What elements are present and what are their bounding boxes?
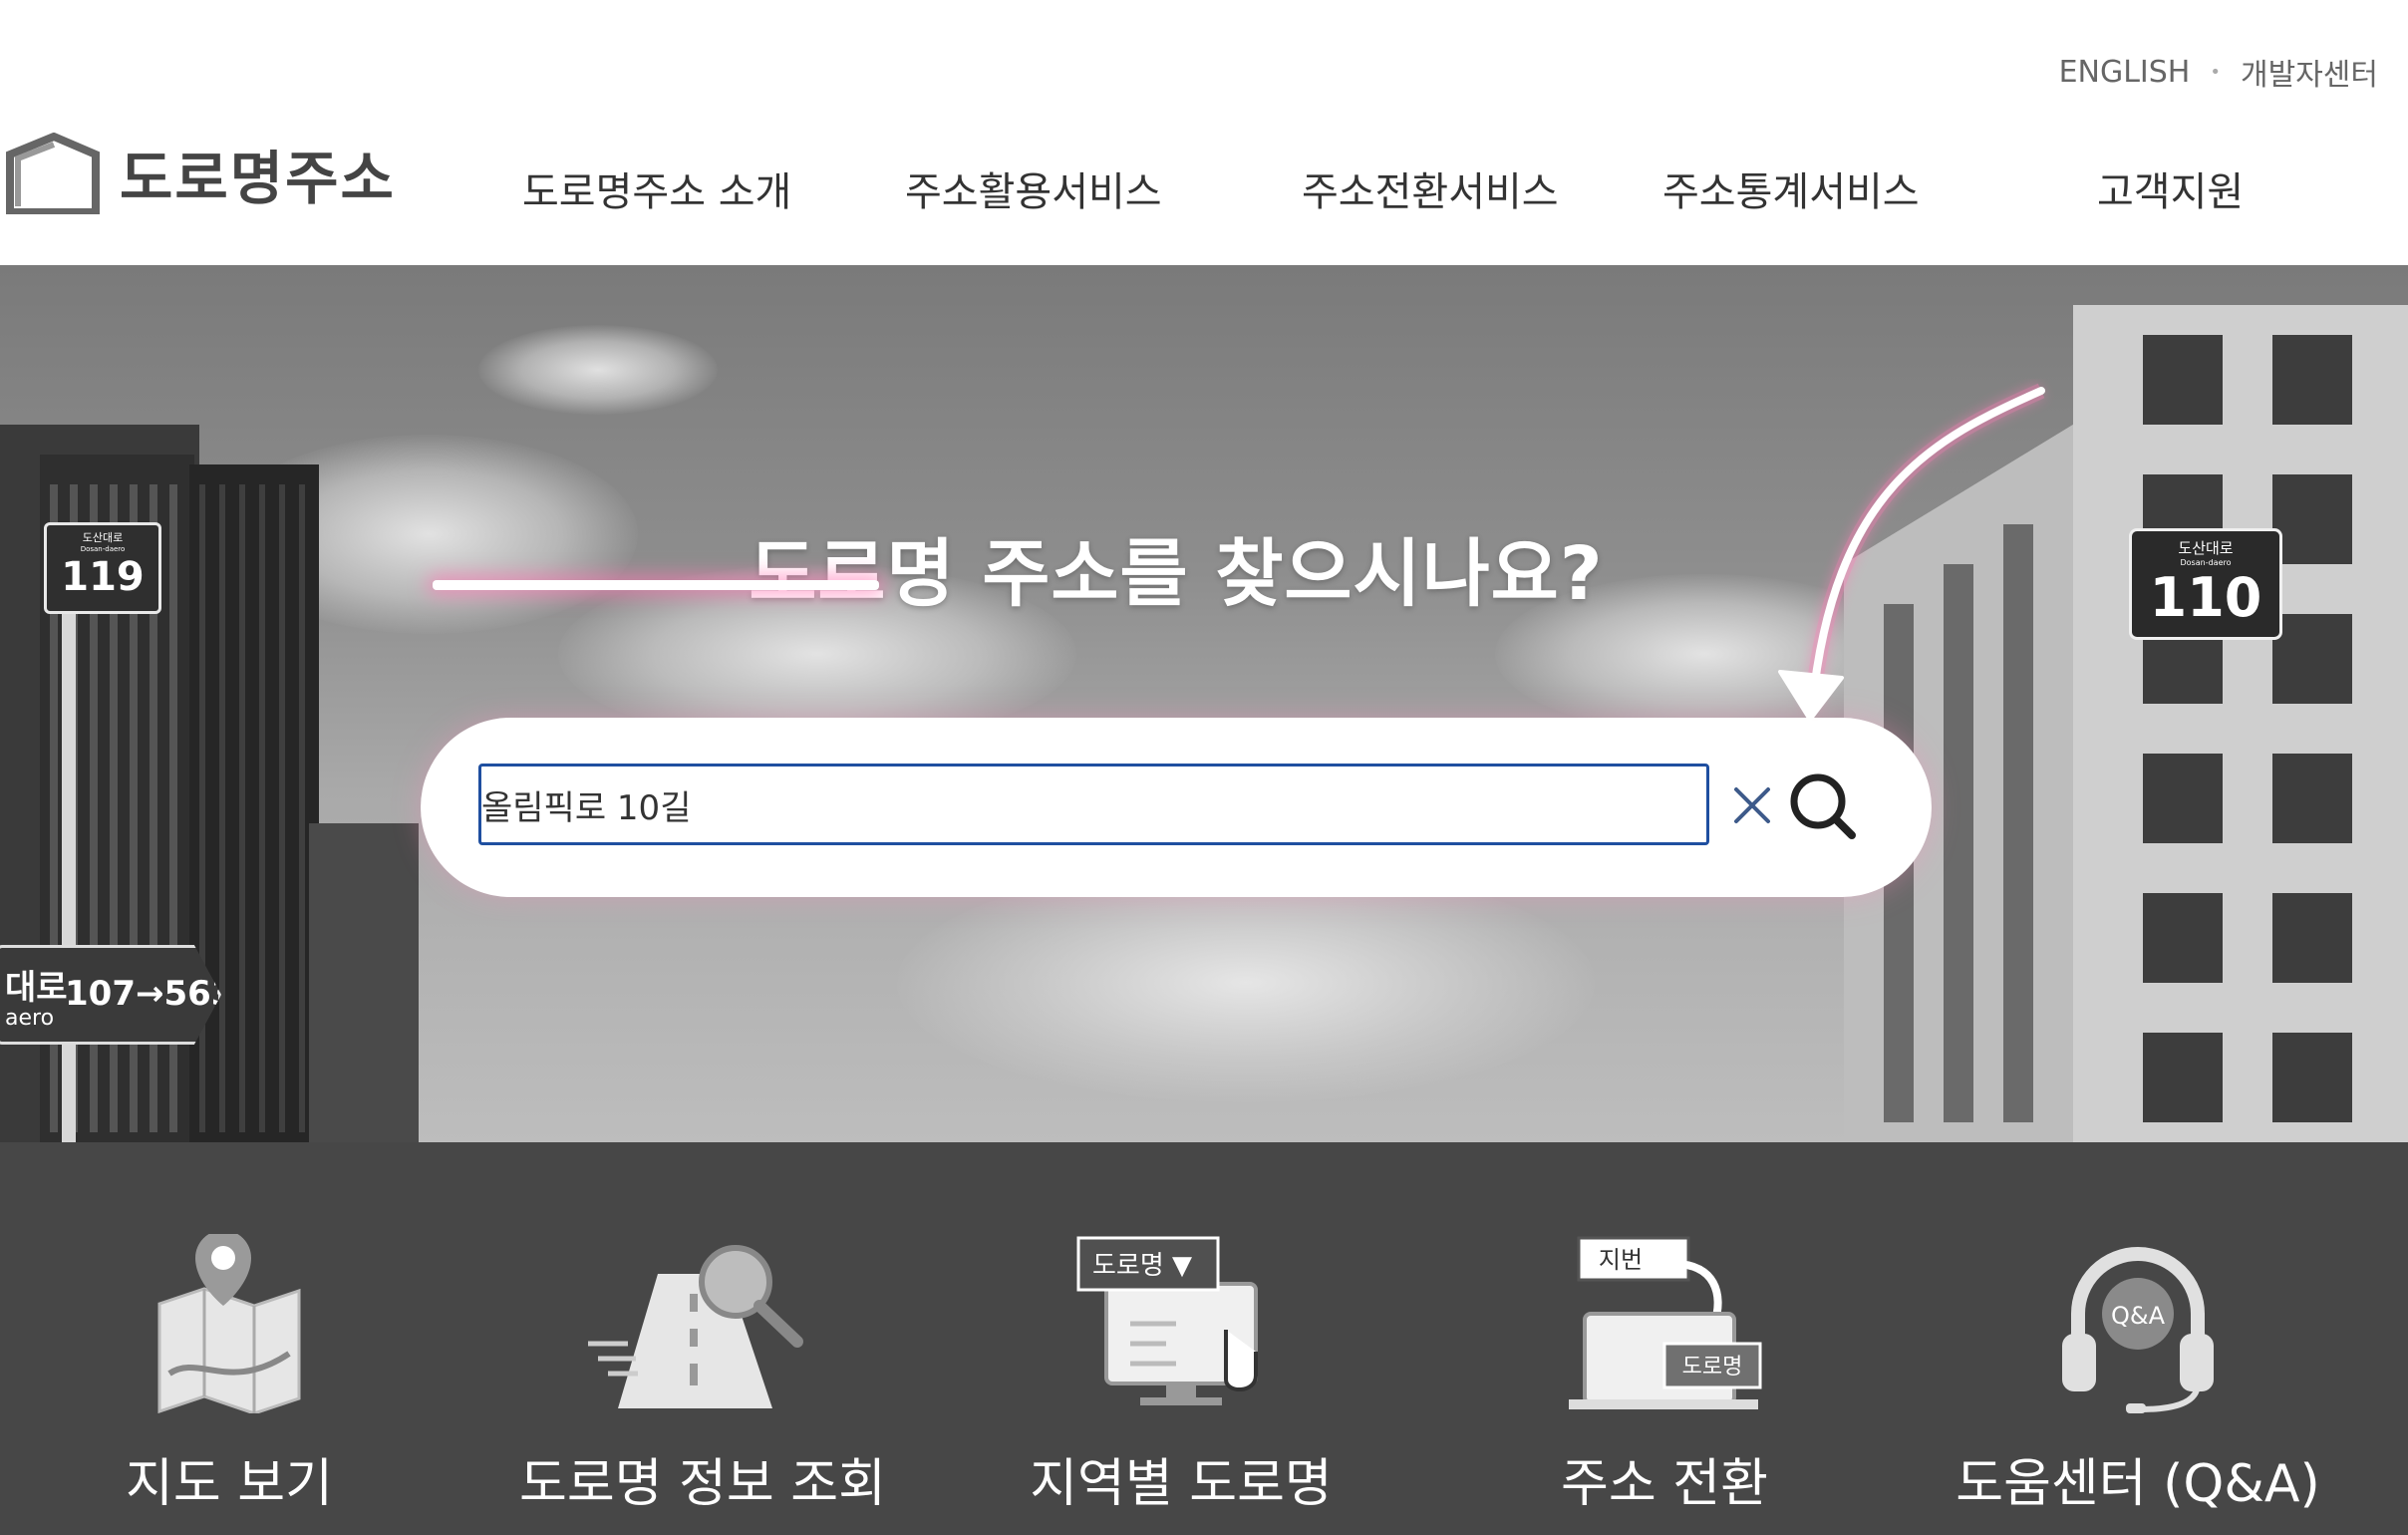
cloud [478, 325, 718, 415]
sign-road-name: 대로 [5, 968, 68, 1008]
quick-help-center[interactable]: Q&A 도움센터 (Q&A) [1954, 1142, 2322, 1535]
util-separator: • [2210, 61, 2221, 83]
badge-doromyeong: 도로명 [1682, 1355, 1743, 1380]
annotation-arrow-icon [1778, 383, 2045, 722]
sign-number: 107→563 [65, 974, 235, 1014]
search-box [421, 718, 1932, 897]
region-road-icon: 도로명 ▼ [1076, 1236, 1258, 1405]
quick-address-convert[interactable]: 지번 도로명 주소 전환 [1505, 1142, 1824, 1535]
nav-item-stats-service[interactable]: 주소통계서비스 [1662, 159, 1920, 217]
address-convert-icon: 지번 도로명 [1569, 1236, 1762, 1409]
quick-label: 지도 보기 [126, 1454, 333, 1514]
english-link[interactable]: ENGLISH [2059, 55, 2191, 90]
quick-label: 도로명 정보 조회 [519, 1454, 886, 1514]
road-direction-sign: 대로 aero 107→563 [0, 945, 221, 1045]
nav-item-address-service[interactable]: 주소활용서비스 [905, 159, 1162, 217]
cloud [897, 863, 1595, 1102]
developer-center-link[interactable]: 개발자센터 [2241, 50, 2378, 94]
map-icon [157, 1234, 301, 1413]
qa-badge: Q&A [2111, 1302, 2166, 1330]
sign-road-name-en: aero [5, 1006, 55, 1031]
annotation-underline [433, 580, 879, 590]
quick-road-info[interactable]: 도로명 정보 조회 [518, 1142, 887, 1535]
dropdown-badge: 도로명 ▼ [1092, 1251, 1192, 1281]
nav-item-intro[interactable]: 도로명주소 소개 [522, 159, 791, 217]
nav-item-convert-service[interactable]: 주소전환서비스 [1302, 159, 1559, 217]
nav-item-support[interactable]: 고객지원 [2097, 159, 2244, 217]
main-nav: 도로명주소 소개 주소활용서비스 주소전환서비스 주소통계서비스 고객지원 [0, 159, 2408, 229]
quick-regional-road[interactable]: 도로명 ▼ 지역별 도로명 [1017, 1142, 1346, 1535]
badge-jibun: 지번 [1599, 1246, 1643, 1274]
help-center-icon: Q&A [2062, 1247, 2214, 1413]
quick-map-view[interactable]: 지도 보기 [70, 1142, 389, 1535]
quick-label: 주소 전환 [1561, 1454, 1768, 1514]
utility-links: ENGLISH • 개발자센터 [2059, 50, 2378, 94]
quick-menu-bar: 지도 보기 도로명 정보 조회 도로명 ▼ 지역별 도로명 지번 도로명 주소 … [0, 1142, 2408, 1535]
search-icon[interactable] [1782, 764, 1866, 847]
clear-icon[interactable] [1722, 775, 1782, 835]
quick-label: 지역별 도로명 [1030, 1454, 1333, 1514]
road-search-icon [588, 1245, 803, 1408]
site-header: ENGLISH • 개발자센터 도로명주소 도로명주소 소개 주소활용서비스 주… [0, 0, 2408, 265]
address-search-input[interactable] [478, 764, 1709, 845]
quick-label: 도움센터 (Q&A) [1956, 1454, 2320, 1514]
